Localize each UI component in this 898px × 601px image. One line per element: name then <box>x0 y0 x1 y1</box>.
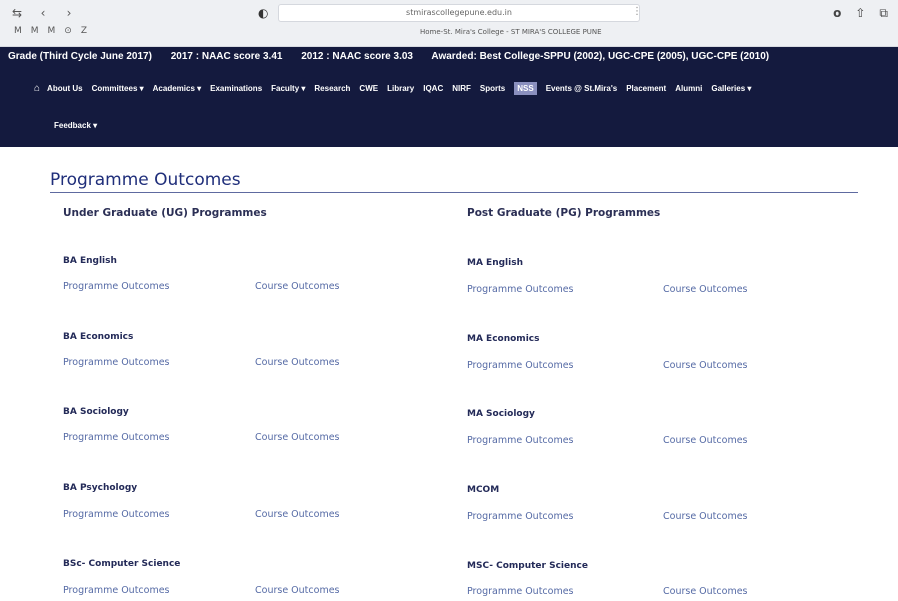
ug-course-outcomes-link[interactable]: Course Outcomes <box>255 509 340 520</box>
naac-2012-text: 2012 : NAAC score 3.03 <box>301 51 413 62</box>
nav-sports[interactable]: Sports <box>480 84 505 93</box>
main-navbar: ⌂ About Us Committees ▾ Academics ▾ Exam… <box>34 82 884 95</box>
loading-icon: ◐ <box>258 6 269 20</box>
bookmark-icon[interactable]: M <box>48 26 56 36</box>
nav-placement[interactable]: Placement <box>626 84 666 93</box>
ug-programme-name: BA Sociology <box>63 407 129 417</box>
ug-programme-outcomes-link[interactable]: Programme Outcomes <box>63 585 170 596</box>
forward-icon[interactable]: › <box>62 6 76 20</box>
ug-course-outcomes-link[interactable]: Course Outcomes <box>255 357 340 368</box>
pg-programme-outcomes-link[interactable]: Programme Outcomes <box>467 586 574 597</box>
sidebar-toggle-icon[interactable]: ⇆ <box>10 6 24 20</box>
ug-programme-outcomes-link[interactable]: Programme Outcomes <box>63 509 170 520</box>
bookmarks-bar: M M M ⊙ Z <box>14 26 87 36</box>
title-divider <box>50 192 858 193</box>
pg-programme-name: MCOM <box>467 485 500 495</box>
ug-course-outcomes-link[interactable]: Course Outcomes <box>255 585 340 596</box>
nav-feedback[interactable]: Feedback ▾ <box>54 121 97 130</box>
nav-about-us[interactable]: About Us <box>47 84 83 93</box>
bookmark-icon[interactable]: M <box>14 26 22 36</box>
pg-programme-name: MA Sociology <box>467 409 535 419</box>
pg-programme-outcomes-link[interactable]: Programme Outcomes <box>467 435 574 446</box>
tabs-icon[interactable]: ⧉ <box>879 6 888 21</box>
home-icon[interactable]: ⌂ <box>34 83 40 94</box>
pg-course-outcomes-link[interactable]: Course Outcomes <box>663 360 748 371</box>
page-title: Programme Outcomes <box>50 170 241 190</box>
ug-programme-name: BA English <box>63 256 117 266</box>
nav-events[interactable]: Events @ St.Mira's <box>546 84 618 93</box>
address-bar[interactable]: stmirascollegepune.edu.in <box>278 4 640 22</box>
ug-course-outcomes-link[interactable]: Course Outcomes <box>255 281 340 292</box>
browser-nav-buttons: ⇆ ‹ › <box>10 6 76 20</box>
bookmark-icon[interactable]: M <box>31 26 39 36</box>
back-icon[interactable]: ‹ <box>36 6 50 20</box>
nav-cwe[interactable]: CWE <box>359 84 378 93</box>
pg-programme-name: MA Economics <box>467 334 540 344</box>
nav-alumni[interactable]: Alumni <box>675 84 702 93</box>
ug-programme-name: BA Economics <box>63 332 134 342</box>
pg-course-outcomes-link[interactable]: Course Outcomes <box>663 284 748 295</box>
tab-title[interactable]: Home-St. Mira's College - ST MIRA'S COLL… <box>420 28 602 36</box>
ug-heading: Under Graduate (UG) Programmes <box>63 207 267 219</box>
ug-programme-name: BSc- Computer Science <box>63 559 181 569</box>
nav-nss[interactable]: NSS <box>514 82 537 95</box>
grade-text: Grade (Third Cycle June 2017) <box>8 51 152 62</box>
bookmark-icon[interactable]: Z <box>81 26 87 36</box>
share-icon[interactable]: ⇧ <box>855 6 865 21</box>
ug-programme-outcomes-link[interactable]: Programme Outcomes <box>63 432 170 443</box>
nav-galleries[interactable]: Galleries ▾ <box>711 84 751 93</box>
accreditation-strip: Grade (Third Cycle June 2017) 2017 : NAA… <box>8 51 785 67</box>
ug-programme-outcomes-link[interactable]: Programme Outcomes <box>63 357 170 368</box>
pg-programme-outcomes-link[interactable]: Programme Outcomes <box>467 284 574 295</box>
nav-nirf[interactable]: NIRF <box>452 84 471 93</box>
nav-research[interactable]: Research <box>314 84 350 93</box>
nav-examinations[interactable]: Examinations <box>210 84 262 93</box>
bookmark-icon[interactable]: ⊙ <box>64 26 72 36</box>
pg-programme-outcomes-link[interactable]: Programme Outcomes <box>467 511 574 522</box>
ug-course-outcomes-link[interactable]: Course Outcomes <box>255 432 340 443</box>
pg-course-outcomes-link[interactable]: Course Outcomes <box>663 511 748 522</box>
pg-heading: Post Graduate (PG) Programmes <box>467 207 661 219</box>
awards-text: Awarded: Best College-SPPU (2002), UGC-C… <box>431 51 770 62</box>
pg-course-outcomes-link[interactable]: Course Outcomes <box>663 435 748 446</box>
site-header: Grade (Third Cycle June 2017) 2017 : NAA… <box>0 47 898 147</box>
pg-programme-name: MSC- Computer Science <box>467 561 588 571</box>
nav-committees[interactable]: Committees ▾ <box>92 84 144 93</box>
browser-right-icons: o ⇧ ⧉ <box>833 6 888 21</box>
nav-library[interactable]: Library <box>387 84 414 93</box>
ug-programme-name: BA Psychology <box>63 483 138 493</box>
nav-iqac[interactable]: IQAC <box>423 84 443 93</box>
naac-2017-text: 2017 : NAAC score 3.41 <box>170 51 283 62</box>
pg-programme-outcomes-link[interactable]: Programme Outcomes <box>467 360 574 371</box>
ug-programme-outcomes-link[interactable]: Programme Outcomes <box>63 281 170 292</box>
extension-icon[interactable]: o <box>833 6 841 21</box>
browser-chrome: ⇆ ‹ › ◐ stmirascollegepune.edu.in ⋮ o ⇧ … <box>0 0 898 47</box>
pg-course-outcomes-link[interactable]: Course Outcomes <box>663 586 748 597</box>
nav-academics[interactable]: Academics ▾ <box>153 84 201 93</box>
pg-programme-name: MA English <box>467 258 523 268</box>
share-icon[interactable]: ⋮ <box>632 6 642 17</box>
nav-faculty[interactable]: Faculty ▾ <box>271 84 305 93</box>
